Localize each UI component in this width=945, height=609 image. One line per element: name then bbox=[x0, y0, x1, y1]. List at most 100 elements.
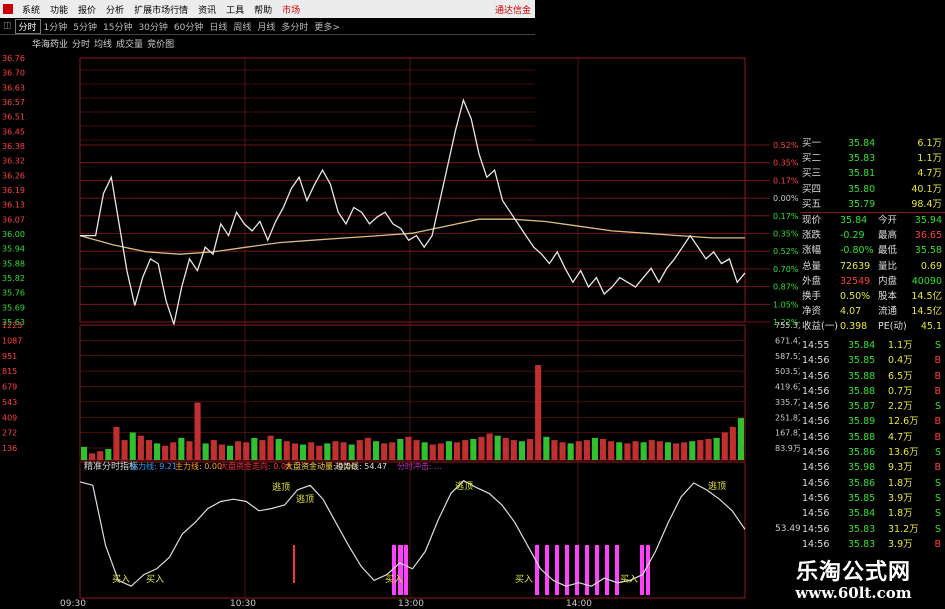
volume-bar bbox=[113, 426, 120, 460]
tick-time: 14:56 bbox=[802, 462, 830, 474]
indicator-field: 主力线: 0.00 bbox=[175, 461, 222, 471]
tick-direction: B bbox=[934, 431, 941, 443]
volume-bar bbox=[381, 443, 388, 460]
stat-value: 32549 bbox=[840, 275, 871, 287]
impact-bar bbox=[555, 545, 559, 595]
sell-signal-label: 逃顶 bbox=[708, 480, 726, 492]
tick-row: 14:56 35.84 1.8万 S bbox=[800, 506, 945, 521]
stat-row: 总量 72639 量比 0.69 bbox=[800, 259, 945, 274]
volume-bar bbox=[640, 442, 647, 460]
tick-row: 14:55 35.84 1.1万 S bbox=[800, 338, 945, 353]
volume-bar bbox=[454, 442, 461, 460]
tick-time: 14:56 bbox=[802, 431, 830, 443]
tick-row: 14:56 35.83 31.2万 S bbox=[800, 522, 945, 537]
tick-price: 35.86 bbox=[848, 447, 876, 459]
volume-bar bbox=[129, 432, 136, 460]
stat-label: 涨跌 bbox=[802, 230, 822, 242]
volume-bar bbox=[397, 439, 404, 460]
volume-bar bbox=[624, 443, 631, 460]
stat-value: 72639 bbox=[840, 260, 871, 272]
indicator-trend-line bbox=[79, 479, 746, 587]
tick-time: 14:56 bbox=[802, 477, 830, 489]
price-tick-label: 36.57 bbox=[2, 98, 25, 107]
volume-right-tick-label: 503.5万 bbox=[775, 367, 800, 376]
tick-volume: 0.7万 bbox=[888, 385, 913, 397]
tick-row: 14:56 35.98 9.3万 B bbox=[800, 460, 945, 475]
price-tick-label: 36.76 bbox=[2, 54, 25, 63]
tick-volume: 1.8万 bbox=[888, 477, 913, 489]
tick-row: 14:56 35.87 2.2万 S bbox=[800, 399, 945, 414]
bid-price: 35.79 bbox=[848, 198, 876, 210]
impact-bar bbox=[646, 545, 650, 595]
stat-label: 内盘 bbox=[878, 275, 898, 287]
volume-bar bbox=[97, 451, 104, 460]
volume-bar bbox=[729, 426, 736, 460]
tick-row: 14:56 35.89 12.6万 B bbox=[800, 414, 945, 429]
volume-bar bbox=[656, 441, 663, 460]
percent-tick-label: 0.52% bbox=[773, 247, 799, 256]
tick-volume: 13.6万 bbox=[888, 447, 919, 459]
percent-tick-label: 0.17% bbox=[773, 176, 799, 185]
price-tick-label: 36.63 bbox=[2, 83, 25, 92]
impact-bar bbox=[404, 545, 408, 595]
volume-bar bbox=[559, 442, 566, 460]
price-tick-label: 36.70 bbox=[2, 69, 25, 78]
stat-value: 14.5亿 bbox=[911, 306, 942, 318]
volume-tick-label: 951 bbox=[2, 352, 17, 361]
impact-bar bbox=[535, 545, 539, 595]
tick-direction: S bbox=[934, 340, 941, 351]
tick-time: 14:56 bbox=[802, 523, 830, 535]
volume-bar bbox=[348, 444, 355, 460]
price-tick-label: 36.13 bbox=[2, 201, 25, 210]
stat-value: -0.29 bbox=[840, 230, 865, 242]
stat-value: 14.5亿 bbox=[911, 290, 942, 302]
volume-bar bbox=[405, 436, 412, 460]
volume-bar bbox=[332, 441, 339, 460]
volume-bar bbox=[681, 442, 688, 460]
volume-bar bbox=[259, 440, 266, 460]
tick-direction: S bbox=[934, 492, 941, 504]
volume-bar bbox=[721, 432, 728, 460]
indicator-field: 趋势线: 54.47 bbox=[335, 461, 387, 471]
volume-bar bbox=[616, 442, 623, 460]
indicator-field: 主力线: 9.21 bbox=[130, 461, 177, 471]
tick-list[interactable]: 14:55 35.84 1.1万 S 14:56 35.85 0.4万 B 14:56 35.88… bbox=[800, 338, 945, 567]
stat-value: 35.58 bbox=[914, 245, 942, 257]
stat-label: 最高 bbox=[878, 230, 898, 242]
stat-value: 35.84 bbox=[840, 214, 868, 226]
sell-signal-label: 逃顶 bbox=[455, 480, 473, 492]
volume-right-tick-label: 335.7万 bbox=[775, 398, 800, 407]
stat-value: 35.94 bbox=[914, 214, 942, 226]
stat-value: 0.398 bbox=[840, 321, 868, 333]
impact-bar bbox=[595, 545, 599, 595]
tick-direction: B bbox=[934, 370, 941, 382]
volume-bar bbox=[591, 437, 598, 460]
impact-bar bbox=[545, 545, 549, 595]
indicator-right-value: 53.49 bbox=[775, 524, 800, 534]
tick-row: 14:56 35.88 0.7万 B bbox=[800, 384, 945, 399]
tick-price: 35.88 bbox=[848, 385, 876, 397]
volume-bar bbox=[664, 442, 671, 460]
volume-bar bbox=[202, 443, 209, 460]
indicator-grid bbox=[79, 461, 746, 599]
bid-row: 买一 35.84 6.1万 bbox=[800, 136, 945, 151]
volume-right-tick-label: 671.4万 bbox=[775, 336, 800, 345]
volume-bar bbox=[462, 440, 469, 460]
volume-bar bbox=[170, 442, 177, 460]
volume-bars bbox=[81, 365, 744, 460]
volume-axis-right: 755.3万 671.4万 587.5万 503.5万 419.6万 335.7万 251.… bbox=[775, 321, 800, 453]
buy-signal-label: 买入 bbox=[515, 574, 533, 585]
volume-bar bbox=[389, 442, 396, 460]
stat-label: 收益(一) bbox=[802, 321, 838, 333]
stat-value: 36.65 bbox=[914, 230, 942, 242]
bid-volume: 6.1万 bbox=[917, 138, 942, 149]
volume-right-tick-label: 251.8万 bbox=[775, 413, 800, 422]
stat-value: 40090 bbox=[911, 275, 942, 287]
impact-bar bbox=[640, 545, 644, 595]
buy-signal-label: 买入 bbox=[146, 574, 164, 585]
price-tick-label: 35.69 bbox=[2, 303, 25, 312]
stat-label: 量比 bbox=[878, 260, 898, 272]
bid-price: 35.84 bbox=[848, 138, 876, 149]
intraday-chart[interactable]: 36.76 36.70 36.63 36.57 36.51 36.45 36.38 36.32… bbox=[0, 0, 800, 609]
volume-bar bbox=[267, 435, 274, 460]
